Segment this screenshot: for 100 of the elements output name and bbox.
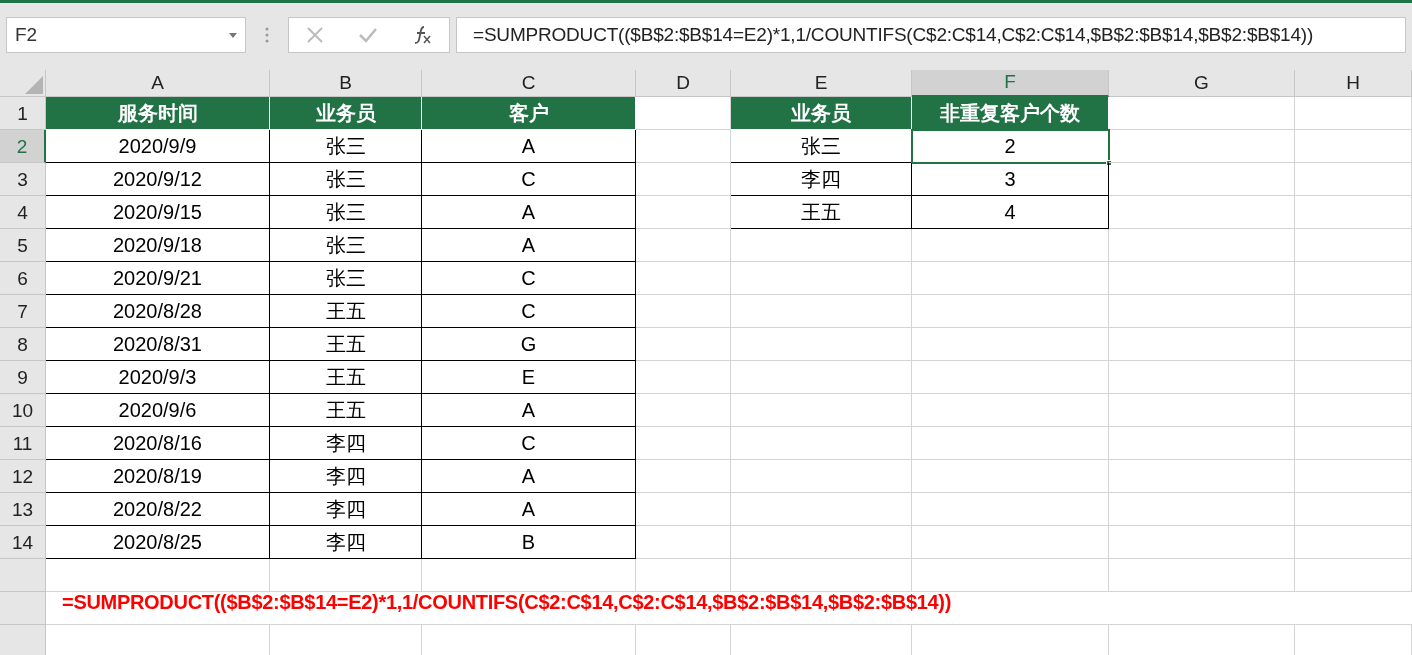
empty-cell[interactable]: [1295, 295, 1412, 328]
column-header[interactable]: A: [46, 70, 270, 97]
empty-cell[interactable]: [1109, 262, 1295, 295]
empty-cell[interactable]: [1295, 130, 1412, 163]
empty-cell[interactable]: [731, 262, 912, 295]
empty-cell[interactable]: [636, 559, 731, 592]
empty-cell[interactable]: [731, 361, 912, 394]
empty-cell[interactable]: [912, 427, 1109, 460]
column-header[interactable]: D: [636, 70, 731, 97]
empty-cell[interactable]: [1295, 427, 1412, 460]
empty-cell[interactable]: [912, 460, 1109, 493]
empty-cell[interactable]: [1109, 130, 1295, 163]
empty-cell[interactable]: [912, 394, 1109, 427]
empty-cell[interactable]: [422, 559, 636, 592]
empty-cell[interactable]: [1295, 97, 1412, 130]
row-header[interactable]: [0, 592, 46, 625]
row-header[interactable]: 8: [0, 328, 46, 361]
column-header[interactable]: H: [1295, 70, 1412, 97]
empty-cell[interactable]: [1295, 493, 1412, 526]
empty-cell[interactable]: [1109, 493, 1295, 526]
empty-cell[interactable]: [731, 559, 912, 592]
column-header[interactable]: C: [422, 70, 636, 97]
empty-cell[interactable]: [1295, 163, 1412, 196]
row-header[interactable]: 9: [0, 361, 46, 394]
empty-cell[interactable]: [636, 460, 731, 493]
function-icon[interactable]: [412, 25, 432, 45]
column-header[interactable]: B: [270, 70, 422, 97]
empty-cell[interactable]: [731, 229, 912, 262]
empty-cell[interactable]: [1109, 196, 1295, 229]
empty-cell[interactable]: [1109, 460, 1295, 493]
row-header[interactable]: 5: [0, 229, 46, 262]
empty-cell[interactable]: [912, 229, 1109, 262]
column-header[interactable]: E: [731, 70, 912, 97]
empty-cell[interactable]: [1109, 295, 1295, 328]
empty-cell[interactable]: [1295, 361, 1412, 394]
empty-cell[interactable]: [731, 427, 912, 460]
empty-cell[interactable]: [636, 130, 731, 163]
empty-cell[interactable]: [1109, 526, 1295, 559]
row-header[interactable]: 11: [0, 427, 46, 460]
row-header[interactable]: 12: [0, 460, 46, 493]
row-header[interactable]: 10: [0, 394, 46, 427]
empty-cell[interactable]: [1295, 559, 1412, 592]
empty-cell[interactable]: [731, 328, 912, 361]
row-header[interactable]: 1: [0, 97, 46, 130]
dropdown-caret-icon[interactable]: [229, 32, 237, 38]
empty-cell[interactable]: [912, 262, 1109, 295]
row-header[interactable]: 3: [0, 163, 46, 196]
empty-cell[interactable]: [912, 295, 1109, 328]
empty-cell[interactable]: [636, 262, 731, 295]
empty-cell[interactable]: [1109, 394, 1295, 427]
empty-cell[interactable]: [1295, 196, 1412, 229]
row-header[interactable]: 13: [0, 493, 46, 526]
empty-cell[interactable]: [636, 427, 731, 460]
empty-cell[interactable]: [1295, 262, 1412, 295]
formula-field[interactable]: =SUMPRODUCT(($B$2:$B$14=E2)*1,1/COUNTIFS(C$2:C$14,C$2:C$14,$B$2:$B$14,$B$2:$B$14)): [456, 17, 1406, 53]
select-all-triangle-icon[interactable]: [25, 76, 43, 94]
empty-cell[interactable]: [636, 163, 731, 196]
empty-cell[interactable]: [912, 328, 1109, 361]
row-header[interactable]: 14: [0, 526, 46, 559]
empty-cell[interactable]: [912, 493, 1109, 526]
row-header[interactable]: 6: [0, 262, 46, 295]
empty-cell[interactable]: [1295, 526, 1412, 559]
checkmark-icon[interactable]: [358, 27, 378, 43]
empty-cell[interactable]: [731, 460, 912, 493]
row-header[interactable]: [0, 559, 46, 592]
active-cell[interactable]: 2: [912, 130, 1109, 163]
empty-cell[interactable]: [1295, 460, 1412, 493]
empty-cell[interactable]: [636, 229, 731, 262]
empty-cell[interactable]: [270, 559, 422, 592]
empty-cell[interactable]: [731, 295, 912, 328]
empty-cell[interactable]: [731, 493, 912, 526]
empty-cell[interactable]: [731, 394, 912, 427]
empty-cell[interactable]: [636, 493, 731, 526]
empty-cell[interactable]: [1109, 427, 1295, 460]
empty-cell[interactable]: [731, 526, 912, 559]
empty-cell[interactable]: [636, 526, 731, 559]
row-header[interactable]: 7: [0, 295, 46, 328]
empty-cell[interactable]: [1109, 559, 1295, 592]
column-header[interactable]: G: [1109, 70, 1295, 97]
empty-cell[interactable]: [636, 361, 731, 394]
empty-cell[interactable]: [636, 394, 731, 427]
empty-cell[interactable]: [912, 361, 1109, 394]
empty-cell[interactable]: [1295, 394, 1412, 427]
column-header[interactable]: F: [912, 70, 1109, 97]
empty-cell[interactable]: [1295, 328, 1412, 361]
empty-cell[interactable]: [912, 559, 1109, 592]
empty-cell[interactable]: [1295, 229, 1412, 262]
empty-cell[interactable]: [1109, 163, 1295, 196]
empty-cell[interactable]: [1109, 229, 1295, 262]
empty-cell[interactable]: [1109, 361, 1295, 394]
empty-cell[interactable]: [1109, 328, 1295, 361]
cancel-icon[interactable]: [306, 26, 324, 44]
empty-cell[interactable]: [912, 526, 1109, 559]
row-header[interactable]: 4: [0, 196, 46, 229]
empty-cell[interactable]: [636, 196, 731, 229]
empty-cell[interactable]: [636, 328, 731, 361]
drag-handle-icon[interactable]: [265, 27, 269, 43]
row-header[interactable]: [0, 625, 46, 655]
row-header[interactable]: 2: [0, 130, 46, 163]
empty-cell[interactable]: [636, 295, 731, 328]
